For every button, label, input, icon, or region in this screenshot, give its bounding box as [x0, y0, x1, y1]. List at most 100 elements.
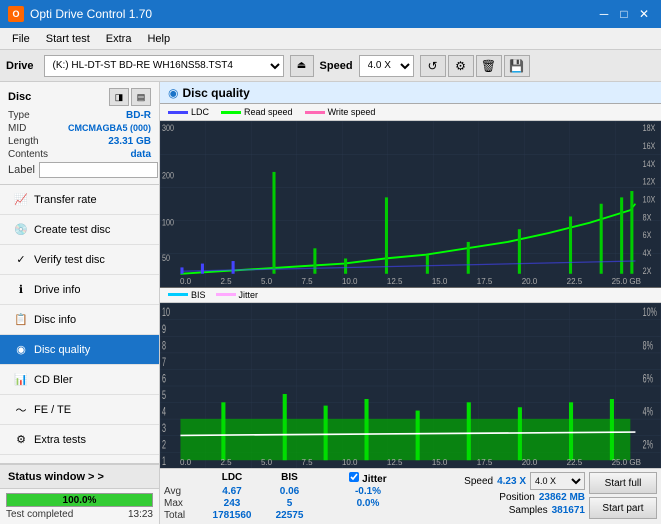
save-button[interactable]: 💾 [504, 55, 530, 77]
max-jitter: 0.0% [333, 498, 403, 509]
status-text: Test completed [6, 509, 73, 520]
svg-text:200: 200 [162, 171, 174, 181]
svg-text:300: 300 [162, 123, 174, 133]
avg-ldc: 4.67 [202, 486, 262, 497]
settings-button[interactable]: ⚙ [448, 55, 474, 77]
sidebar-item-fe-te[interactable]: 〜 FE / TE [0, 395, 159, 425]
position-value: 23862 MB [539, 492, 585, 503]
speed-label: Speed [320, 60, 353, 72]
position-label: Position [499, 492, 535, 503]
charts-area: 300 200 100 50 18X 16X 14X 12X 10X 8X 6X… [160, 121, 661, 468]
drive-info-label: Drive info [34, 284, 80, 296]
bis-legend-label: BIS [191, 290, 206, 300]
speed-select[interactable]: 4.0 X 2.0 X 8.0 X [359, 55, 414, 77]
chart2-x-labels: 0.0 2.5 5.0 7.5 10.0 12.5 15.0 17.5 20.0… [180, 458, 641, 468]
svg-text:10%: 10% [643, 306, 658, 319]
svg-text:2X: 2X [643, 266, 652, 276]
samples-row: Samples 381671 [509, 505, 585, 516]
speed-select[interactable]: 4.0 X [530, 472, 585, 490]
drive-select[interactable]: (K:) HL-DT-ST BD-RE WH16NS58.TST4 [44, 55, 284, 77]
menubar: File Start test Extra Help [0, 28, 661, 50]
minimize-button[interactable]: ─ [595, 5, 613, 23]
app-icon: O [8, 6, 24, 22]
disc-info-icon: 📋 [14, 313, 28, 327]
status-time: 13:23 [128, 509, 153, 520]
sidebar-item-transfer-rate[interactable]: 📈 Transfer rate [0, 185, 159, 215]
chart1-wrap: 300 200 100 50 18X 16X 14X 12X 10X 8X 6X… [160, 121, 661, 288]
contents-value: data [130, 149, 151, 160]
sidebar-item-cd-bler[interactable]: 📊 CD Bler [0, 365, 159, 395]
write-speed-legend-label: Write speed [328, 107, 376, 117]
disc-icon-btn1[interactable]: ◨ [109, 88, 129, 106]
read-speed-legend-item: Read speed [221, 107, 293, 117]
svg-text:8: 8 [162, 339, 166, 352]
disc-mid-row: MID CMCMAGBA5 (000) [8, 123, 151, 134]
avg-jitter: -0.1% [333, 486, 403, 497]
sidebar-item-disc-info[interactable]: 📋 Disc info [0, 305, 159, 335]
create-test-disc-icon: 💿 [14, 223, 28, 237]
total-label: Total [164, 510, 202, 521]
maximize-button[interactable]: □ [615, 5, 633, 23]
svg-text:4X: 4X [643, 248, 652, 258]
menu-file[interactable]: File [4, 31, 38, 47]
sidebar-item-verify-test-disc[interactable]: ✓ Verify test disc [0, 245, 159, 275]
svg-text:1: 1 [162, 455, 166, 468]
status-window-button[interactable]: Status window > > [0, 464, 159, 488]
jitter-checkbox[interactable] [349, 472, 359, 482]
jitter-check-label: Jitter [362, 474, 386, 485]
disc-icon-btn2[interactable]: ▤ [131, 88, 151, 106]
disc-label-row: Label 🔍 [8, 162, 151, 178]
sidebar-item-extra-tests[interactable]: ⚙ Extra tests [0, 425, 159, 455]
label-input[interactable] [39, 162, 158, 178]
content-header: ◉ Disc quality [160, 82, 661, 104]
type-value: BD-R [126, 110, 151, 121]
total-bis: 22575 [262, 510, 317, 521]
svg-text:8X: 8X [643, 213, 652, 223]
close-button[interactable]: ✕ [635, 5, 653, 23]
sidebar-item-create-test-disc[interactable]: 💿 Create test disc [0, 215, 159, 245]
refresh-button[interactable]: ↺ [420, 55, 446, 77]
create-test-disc-label: Create test disc [34, 224, 110, 236]
eject-button[interactable]: ⏏ [290, 55, 314, 77]
start-part-button[interactable]: Start part [589, 497, 657, 519]
menu-help[interactable]: Help [139, 31, 178, 47]
jitter-legend-label: Jitter [239, 290, 259, 300]
disc-length-row: Length 23.31 GB [8, 136, 151, 147]
app-title: Opti Drive Control 1.70 [30, 7, 152, 21]
disc-quality-header-icon: ◉ [168, 86, 178, 100]
main-layout: Disc ◨ ▤ Type BD-R MID CMCMAGBA5 (000) L… [0, 82, 661, 524]
svg-text:18X: 18X [643, 123, 656, 133]
erase-button[interactable]: 🗑 [476, 55, 502, 77]
disc-type-row: Type BD-R [8, 110, 151, 121]
start-full-button[interactable]: Start full [589, 472, 657, 494]
jitter-legend-item: Jitter [216, 290, 259, 300]
speed-row: Speed 4.23 X 4.0 X [464, 472, 585, 490]
transfer-rate-icon: 📈 [14, 193, 28, 207]
svg-text:10: 10 [162, 306, 170, 319]
titlebar-left: O Opti Drive Control 1.70 [8, 6, 152, 22]
avg-label: Avg [164, 486, 202, 497]
disc-panel-title: Disc [8, 91, 31, 103]
sidebar-item-disc-quality[interactable]: ◉ Disc quality [0, 335, 159, 365]
drive-action-buttons: ↺ ⚙ 🗑 💾 [420, 55, 530, 77]
svg-text:6: 6 [162, 372, 166, 385]
status-window-label: Status window > > [8, 471, 104, 483]
samples-value: 381671 [552, 505, 585, 516]
svg-text:2%: 2% [643, 439, 654, 452]
menu-start-test[interactable]: Start test [38, 31, 98, 47]
read-speed-legend-label: Read speed [244, 107, 293, 117]
menu-extra[interactable]: Extra [98, 31, 140, 47]
drivebar: Drive (K:) HL-DT-ST BD-RE WH16NS58.TST4 … [0, 50, 661, 82]
drive-label: Drive [6, 60, 34, 72]
sidebar-item-drive-info[interactable]: ℹ Drive info [0, 275, 159, 305]
ldc-legend-label: LDC [191, 107, 209, 117]
svg-text:9: 9 [162, 323, 166, 336]
position-row: Position 23862 MB [499, 492, 585, 503]
fe-te-icon: 〜 [14, 403, 28, 417]
nav-items: 📈 Transfer rate 💿 Create test disc ✓ Ver… [0, 185, 159, 463]
disc-quality-icon: ◉ [14, 343, 28, 357]
bis-legend-color [168, 293, 188, 296]
titlebar: O Opti Drive Control 1.70 ─ □ ✕ [0, 0, 661, 28]
jitter-header: Jitter [333, 472, 403, 485]
stats-main-row: LDC BIS Jitter Avg 4.67 0.06 [164, 472, 657, 521]
